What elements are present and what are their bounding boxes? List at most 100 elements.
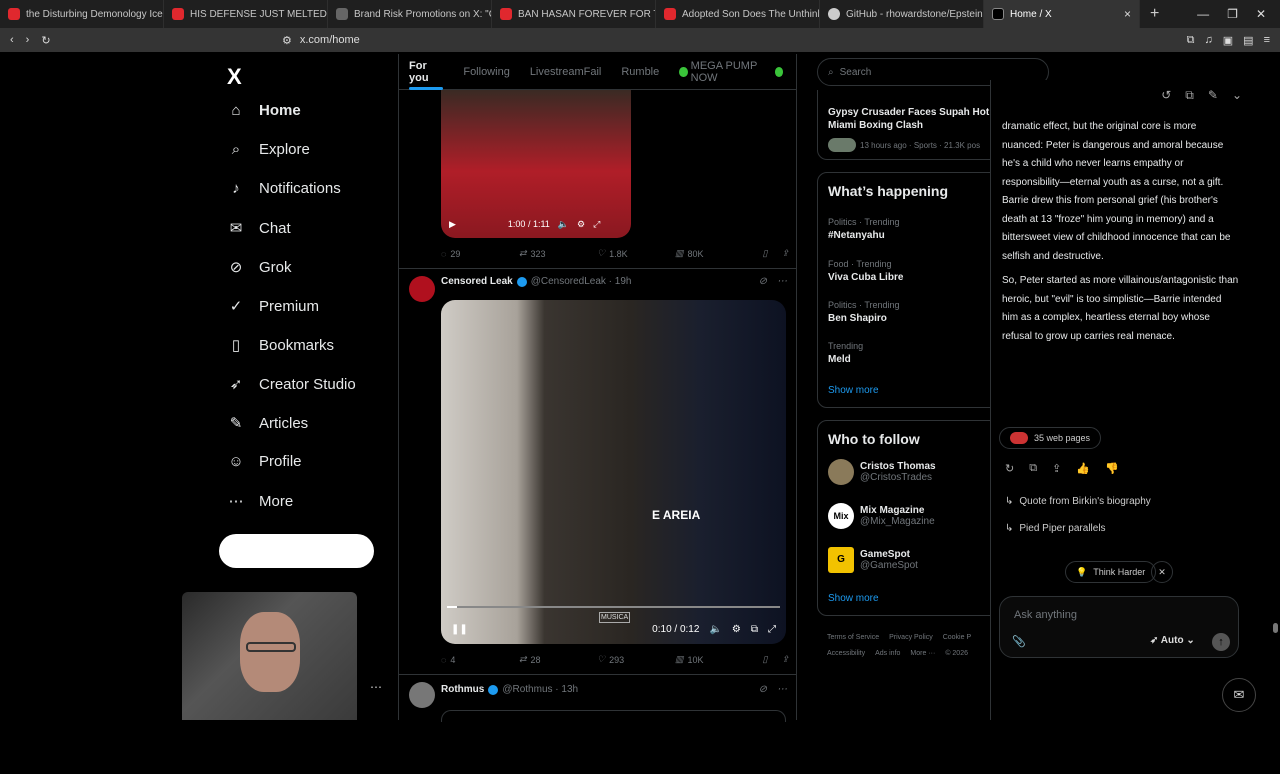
bookmark-icon[interactable]: ▯ (763, 654, 768, 665)
quoted-post-card[interactable] (441, 710, 786, 722)
browser-tab[interactable]: Brand Risk Promotions on X: "G (328, 0, 492, 28)
bookmark-icon[interactable]: ▯ (763, 248, 768, 259)
tab-following[interactable]: Following (453, 54, 519, 90)
sidebar-icon[interactable]: ▣ (1223, 34, 1233, 47)
browser-tab[interactable]: BAN HASAN FOREVER FOR THIS (492, 0, 656, 28)
author-handle[interactable]: @Rothmus · 13h (502, 684, 578, 695)
back-icon[interactable]: ‹ (10, 34, 14, 47)
author-name[interactable]: Rothmus (441, 684, 484, 695)
tab-rumble[interactable]: Rumble (611, 54, 669, 90)
share-icon[interactable]: ⇪ (781, 248, 789, 259)
nav-item-creator-studio[interactable]: ➶ Creator Studio (227, 375, 356, 394)
close-window-icon[interactable]: ✕ (1256, 7, 1266, 21)
scrollbar-thumb[interactable] (1273, 623, 1278, 633)
views-button[interactable]: ▥ 10K (675, 654, 753, 665)
settings-icon[interactable]: ⚙ (732, 624, 741, 635)
video-player[interactable]: ▶ 1:00 / 1:11 🔈 ⚙ ⤢ (441, 90, 631, 238)
nav-item-more[interactable]: ⋯ More (227, 492, 294, 511)
tab-for-you[interactable]: For you (399, 54, 453, 90)
like-button[interactable]: ♡ 1.8K (597, 248, 675, 259)
browser-tab[interactable]: GitHub - rhowardstone/Epstein- (820, 0, 984, 28)
nav-item-grok[interactable]: ⊘ Grok (227, 258, 292, 277)
follow-suggestion[interactable]: Mix Mix Magazine @Mix_Magazine (828, 503, 935, 529)
maximize-icon[interactable]: ❐ (1227, 7, 1238, 21)
minimize-icon[interactable]: — (1197, 7, 1209, 21)
volume-icon[interactable]: 🔈 (709, 624, 721, 635)
x-logo-icon[interactable]: X (227, 64, 242, 90)
show-more-link[interactable]: Show more (828, 593, 879, 604)
suggestion-item[interactable]: ↳ Pied Piper parallels (1005, 523, 1106, 534)
grok-input[interactable]: Ask anything 📎 ➶ Auto ⌄ ↑ (999, 596, 1239, 658)
forward-icon[interactable]: › (26, 34, 30, 47)
repost-button[interactable]: ⇄ 323 (519, 248, 597, 259)
follow-suggestion[interactable]: Cristos Thomas @CristosTrades (828, 459, 936, 485)
trend-item[interactable]: Politics · Trending #Netanyahu (828, 217, 900, 241)
mode-select[interactable]: ➶ Auto ⌄ (1150, 635, 1195, 646)
grok-icon[interactable]: ⊘ (759, 276, 767, 287)
volume-icon[interactable]: 🔈 (558, 219, 569, 230)
dismiss-icon[interactable]: ✕ (1151, 561, 1173, 583)
footer-link[interactable]: Ads info (875, 650, 900, 657)
browser-tab[interactable]: Adopted Son Does The Unthink (656, 0, 820, 28)
new-tab-icon[interactable]: + (1140, 5, 1169, 23)
grok-icon[interactable]: ⊘ (759, 684, 767, 695)
nav-item-notifications[interactable]: ♪ Notifications (227, 180, 340, 197)
think-harder-button[interactable]: 💡 Think Harder (1065, 561, 1157, 583)
extensions-icon[interactable]: ⧉ (1187, 34, 1195, 47)
url-field[interactable]: ⚙ x.com/home (260, 29, 1000, 51)
reload-icon[interactable]: ↻ (41, 34, 50, 47)
author-name[interactable]: Censored Leak (441, 276, 513, 287)
show-more-link[interactable]: Show more (828, 385, 879, 396)
nav-item-premium[interactable]: ✓ Premium (227, 297, 319, 316)
trend-item[interactable]: Food · Trending Viva Cuba Libre (828, 259, 903, 283)
follow-suggestion[interactable]: G GameSpot @GameSpot (828, 547, 918, 573)
video-progress[interactable] (447, 606, 780, 608)
nav-item-explore[interactable]: ⌕ Explore (227, 141, 310, 158)
footer-link[interactable]: Terms of Service (827, 634, 879, 641)
account-more-icon[interactable]: ⋯ (370, 680, 382, 694)
nav-item-profile[interactable]: ☺ Profile (227, 453, 301, 470)
wallet-icon[interactable]: ▤ (1243, 34, 1253, 47)
thumbs-down-icon[interactable]: 👎 (1105, 462, 1119, 475)
more-icon[interactable]: ⋯ (777, 684, 787, 695)
reply-button[interactable]: ◌ 29 (441, 248, 519, 259)
trend-item[interactable]: Politics · Trending Ben Shapiro (828, 300, 900, 324)
nav-item-articles[interactable]: ✎ Articles (227, 414, 308, 433)
more-icon[interactable]: ⋯ (777, 276, 787, 287)
site-info-icon[interactable]: ⚙ (282, 34, 292, 47)
pip-icon[interactable]: ⧉ (751, 624, 758, 635)
menu-icon[interactable]: ≡ (1264, 34, 1270, 47)
suggestion-item[interactable]: ↳ Quote from Birkin's biography (1005, 496, 1151, 507)
media-icon[interactable]: ♫ (1205, 34, 1213, 47)
trend-item[interactable]: Trending Meld (828, 341, 863, 365)
fullscreen-icon[interactable]: ⤢ (768, 624, 776, 635)
tab-mega-pump[interactable]: MEGA PUMP NOW (669, 54, 796, 90)
share-icon[interactable]: ⇪ (781, 654, 789, 665)
avatar[interactable] (409, 682, 435, 708)
reply-button[interactable]: ◌ 4 (441, 654, 519, 665)
history-icon[interactable]: ↺ (1161, 88, 1171, 103)
nav-item-bookmarks[interactable]: ▯ Bookmarks (227, 336, 334, 355)
pause-icon[interactable]: ❚❚ (451, 624, 468, 635)
fullscreen-icon[interactable]: ⤢ (593, 219, 600, 230)
new-chat-icon[interactable]: ✎ (1208, 88, 1218, 103)
send-icon[interactable]: ↑ (1212, 633, 1230, 651)
repost-button[interactable]: ⇄ 28 (519, 654, 597, 665)
author-handle[interactable]: @CensoredLeak · 19h (531, 276, 632, 287)
attach-icon[interactable]: 📎 (1012, 635, 1026, 648)
footer-link[interactable]: More ··· (910, 650, 935, 657)
nav-item-chat[interactable]: ✉ Chat (227, 219, 291, 238)
browser-tab[interactable]: the Disturbing Demonology Icel (0, 0, 164, 28)
nav-item-home[interactable]: ⌂ Home (227, 102, 300, 119)
like-button[interactable]: ♡ 293 (597, 654, 675, 665)
page-scrollbar[interactable] (1270, 108, 1280, 774)
collapse-icon[interactable]: ⌄ (1232, 88, 1242, 103)
sources-pill[interactable]: 35 web pages (999, 427, 1102, 449)
browser-tab[interactable]: HIS DEFENSE JUST MELTED DOW (164, 0, 328, 28)
avatar[interactable] (409, 276, 435, 302)
browser-tab-active[interactable]: Home / X × (984, 0, 1140, 28)
footer-link[interactable]: Accessibility (827, 650, 865, 657)
settings-icon[interactable]: ⚙ (577, 219, 585, 230)
share-icon[interactable]: ⇪ (1052, 462, 1061, 475)
play-icon[interactable]: ▶ (449, 219, 456, 230)
